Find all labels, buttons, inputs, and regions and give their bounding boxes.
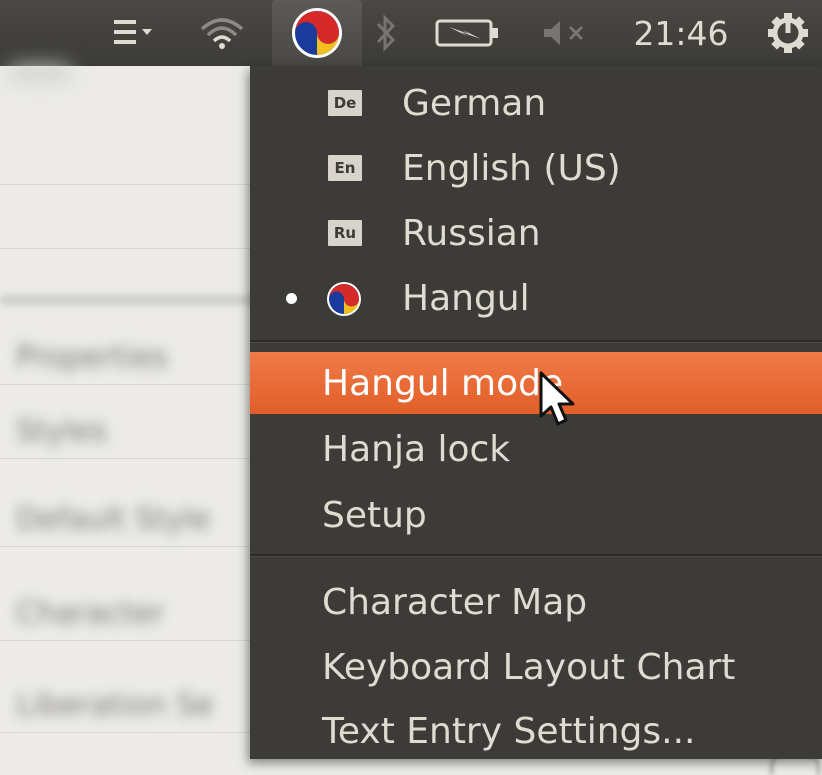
background-row-label: Liberation Se bbox=[16, 688, 214, 723]
wifi-icon[interactable] bbox=[192, 0, 252, 66]
menu-item-english-us[interactable]: En English (US) bbox=[250, 137, 822, 199]
clock-label[interactable]: 21:46 bbox=[622, 0, 740, 66]
background-row-label: Character bbox=[16, 596, 165, 631]
messaging-menu-icon[interactable] bbox=[104, 0, 164, 66]
volume-muted-icon[interactable] bbox=[534, 0, 598, 66]
menu-item-label: Russian bbox=[402, 212, 541, 254]
background-row: Properties bbox=[0, 322, 260, 385]
menu-item-hangul[interactable]: Hangul bbox=[250, 267, 822, 329]
menu-item-label: Hanja lock bbox=[322, 428, 511, 470]
background-row: Character bbox=[0, 578, 260, 641]
menu-separator bbox=[250, 340, 822, 343]
language-badge-icon: Ru bbox=[328, 220, 362, 246]
power-gear-icon[interactable] bbox=[758, 0, 818, 66]
background-row: Default Style bbox=[0, 484, 260, 547]
menu-item-label: English (US) bbox=[402, 147, 621, 189]
menu-item-setup[interactable]: Setup bbox=[250, 484, 822, 546]
background-row: Styles bbox=[0, 396, 260, 459]
selected-radio-icon bbox=[286, 292, 297, 304]
background-row bbox=[0, 122, 260, 185]
menu-separator bbox=[250, 554, 822, 557]
input-method-icon[interactable] bbox=[282, 0, 352, 66]
menu-item-german[interactable]: De German bbox=[250, 72, 822, 134]
menu-item-label: Hangul mode bbox=[322, 362, 564, 404]
input-method-menu: De German En English (US) Ru Russian Han… bbox=[250, 66, 822, 759]
menu-item-label: Text Entry Settings... bbox=[322, 710, 696, 752]
bluetooth-icon[interactable] bbox=[364, 0, 408, 66]
background-row bbox=[0, 186, 260, 249]
menu-item-label: German bbox=[402, 82, 547, 124]
top-panel: 21:46 bbox=[0, 0, 822, 66]
menu-item-text-entry-settings[interactable]: Text Entry Settings... bbox=[250, 700, 822, 762]
menu-item-hanja-lock[interactable]: Hanja lock bbox=[250, 418, 822, 480]
background-row-label: Styles bbox=[16, 414, 107, 449]
menu-item-label: Keyboard Layout Chart bbox=[322, 646, 736, 688]
menu-item-label: Character Map bbox=[322, 581, 588, 623]
mouse-pointer-icon bbox=[538, 370, 582, 436]
menu-item-hangul-mode[interactable]: Hangul mode bbox=[250, 352, 822, 414]
battery-icon[interactable] bbox=[430, 0, 506, 66]
menu-item-label: Setup bbox=[322, 494, 427, 536]
background-divider bbox=[0, 296, 260, 304]
language-badge-icon: En bbox=[328, 155, 362, 181]
menu-item-keyboard-layout-chart[interactable]: Keyboard Layout Chart bbox=[250, 636, 822, 698]
language-badge-icon: De bbox=[328, 90, 362, 116]
hangul-taegeuk-icon bbox=[326, 281, 362, 321]
menu-item-character-map[interactable]: Character Map bbox=[250, 571, 822, 633]
background-row-label: Default Style bbox=[16, 502, 211, 537]
background-row-label: Properties bbox=[16, 340, 168, 375]
background-row: Liberation Se bbox=[0, 670, 260, 733]
menu-item-label: Hangul bbox=[402, 277, 530, 319]
menu-item-russian[interactable]: Ru Russian bbox=[250, 202, 822, 264]
